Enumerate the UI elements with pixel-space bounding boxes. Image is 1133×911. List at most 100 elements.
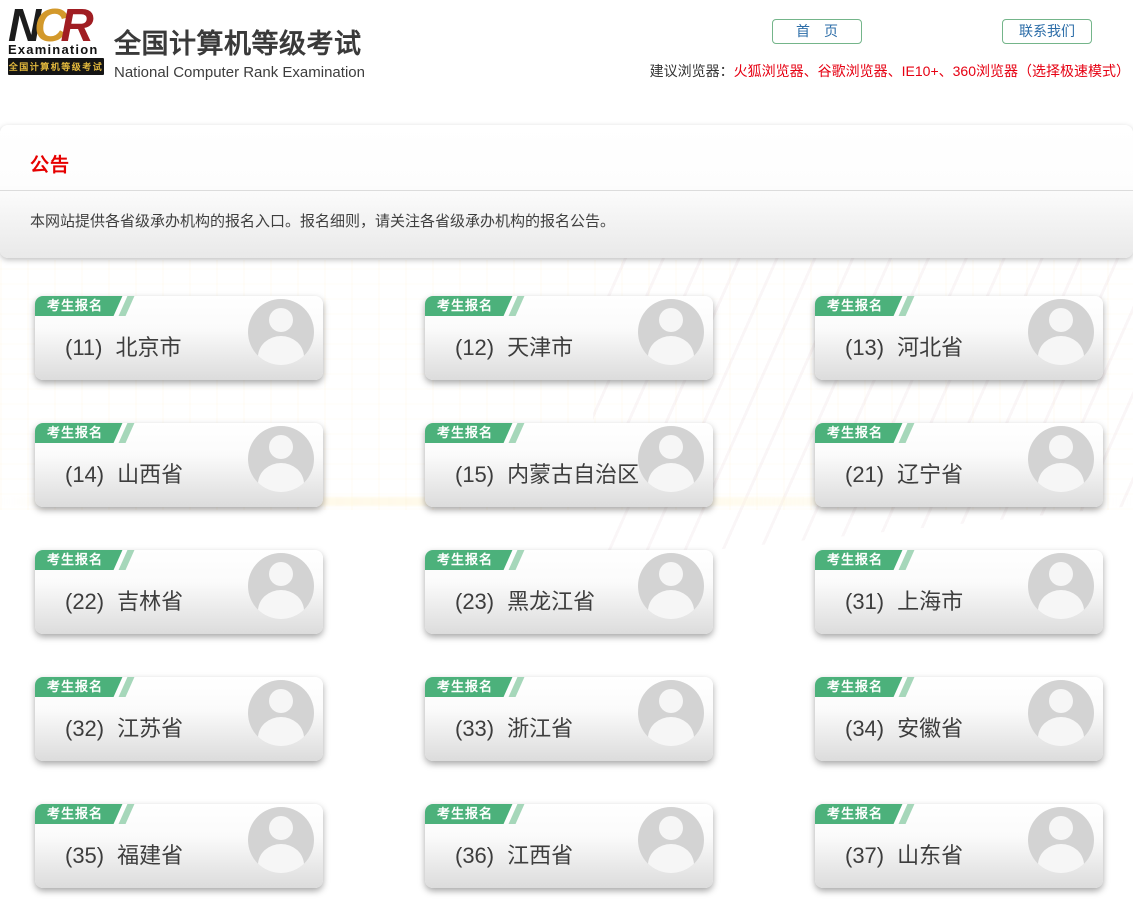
- registration-ribbon-label: 考生报名: [35, 296, 111, 316]
- province-name: 福建省: [117, 843, 183, 868]
- person-icon-head: [659, 816, 683, 840]
- province-card[interactable]: 考生报名 (23)黑龙江省: [425, 550, 713, 634]
- province-code: (34): [845, 716, 884, 741]
- person-icon-head: [269, 689, 293, 713]
- province-card[interactable]: 考生报名 (21)辽宁省: [815, 423, 1103, 507]
- province-card[interactable]: 考生报名 (33) 浙江省: [425, 677, 713, 761]
- person-icon-body: [258, 717, 304, 746]
- person-silhouette-icon: [248, 680, 314, 746]
- home-button[interactable]: 首 页: [772, 19, 862, 44]
- province-label: (13)河北省: [845, 330, 963, 362]
- page-title: 全国计算机等级考试: [114, 22, 365, 61]
- province-name: 黑龙江省: [507, 589, 595, 614]
- person-icon-head: [659, 308, 683, 332]
- registration-ribbon: 考生报名: [425, 677, 501, 697]
- province-code: (12): [455, 335, 494, 360]
- page-subtitle: National Computer Rank Examination: [114, 64, 365, 81]
- province-label: (22) 吉林省: [65, 584, 183, 616]
- person-icon-head: [269, 562, 293, 586]
- province-name: 江西省: [507, 843, 573, 868]
- province-card[interactable]: 考生报名 (12) 天津市: [425, 296, 713, 380]
- browser-recommendation-value: 火狐浏览器、谷歌浏览器、IE10+、360浏览器（选择极速模式）: [734, 63, 1130, 79]
- province-name: 山西省: [117, 462, 183, 487]
- person-silhouette-icon: [1028, 553, 1094, 619]
- registration-ribbon: 考生报名: [35, 677, 111, 697]
- registration-ribbon: 考生报名: [425, 296, 501, 316]
- province-code: (32): [65, 716, 104, 741]
- province-name: 浙江省: [507, 716, 573, 741]
- registration-ribbon-label: 考生报名: [35, 550, 111, 570]
- province-card[interactable]: 考生报名 (34) 安徽省: [815, 677, 1103, 761]
- registration-ribbon-label: 考生报名: [815, 550, 891, 570]
- announcement-panel: 公告 本网站提供各省级承办机构的报名入口。报名细则，请关注各省级承办机构的报名公…: [0, 125, 1133, 258]
- ncre-logo[interactable]: NCR Examination 全国计算机等级考试: [8, 6, 104, 75]
- person-icon-body: [1038, 717, 1084, 746]
- registration-ribbon: 考生报名: [425, 550, 501, 570]
- person-silhouette-icon: [248, 807, 314, 873]
- province-name: 江苏省: [117, 716, 183, 741]
- province-card[interactable]: 考生报名 (31)上海市: [815, 550, 1103, 634]
- person-silhouette-icon: [248, 553, 314, 619]
- person-icon-body: [648, 463, 694, 492]
- province-code: (15): [455, 462, 494, 487]
- registration-ribbon-label: 考生报名: [425, 550, 501, 570]
- province-card[interactable]: 考生报名 (32) 江苏省: [35, 677, 323, 761]
- registration-ribbon: 考生报名: [35, 550, 111, 570]
- province-name: 安徽省: [897, 716, 963, 741]
- announcement-divider: [0, 190, 1133, 191]
- province-card[interactable]: 考生报名 (35) 福建省: [35, 804, 323, 888]
- contact-us-button[interactable]: 联系我们: [1002, 19, 1092, 44]
- person-icon-body: [258, 463, 304, 492]
- province-card[interactable]: 考生报名 (15)内蒙古自治区: [425, 423, 713, 507]
- province-code: (36): [455, 843, 494, 868]
- province-label: (32) 江苏省: [65, 711, 183, 743]
- province-code: (31): [845, 589, 884, 614]
- footer-strip: [0, 904, 1133, 911]
- person-icon-body: [258, 590, 304, 619]
- province-card[interactable]: 考生报名 (13)河北省: [815, 296, 1103, 380]
- person-silhouette-icon: [638, 299, 704, 365]
- province-label: (21)辽宁省: [845, 457, 963, 489]
- province-name: 吉林省: [117, 589, 183, 614]
- province-code: (37): [845, 843, 884, 868]
- person-silhouette-icon: [248, 426, 314, 492]
- province-label: (23)黑龙江省: [455, 584, 595, 616]
- province-code: (21): [845, 462, 884, 487]
- person-icon-head: [269, 816, 293, 840]
- registration-ribbon-label: 考生报名: [815, 296, 891, 316]
- person-icon-head: [1049, 689, 1073, 713]
- registration-ribbon: 考生报名: [815, 677, 891, 697]
- person-silhouette-icon: [638, 807, 704, 873]
- person-icon-body: [1038, 590, 1084, 619]
- province-card[interactable]: 考生报名 (36)江西省: [425, 804, 713, 888]
- person-icon-head: [1049, 435, 1073, 459]
- province-label: (37)山东省: [845, 838, 963, 870]
- person-silhouette-icon: [1028, 299, 1094, 365]
- registration-ribbon-label: 考生报名: [35, 804, 111, 824]
- province-card[interactable]: 考生报名 (22) 吉林省: [35, 550, 323, 634]
- province-code: (11): [65, 335, 103, 360]
- province-code: (33): [455, 716, 494, 741]
- province-card[interactable]: 考生报名 (11)北京市: [35, 296, 323, 380]
- province-card[interactable]: 考生报名 (14) 山西省: [35, 423, 323, 507]
- site-header: NCR Examination 全国计算机等级考试 全国计算机等级考试 Nati…: [0, 0, 1133, 90]
- province-card[interactable]: 考生报名 (37)山东省: [815, 804, 1103, 888]
- registration-ribbon: 考生报名: [815, 804, 891, 824]
- page: NCR Examination 全国计算机等级考试 全国计算机等级考试 Nati…: [0, 0, 1133, 911]
- person-silhouette-icon: [1028, 680, 1094, 746]
- province-label: (33) 浙江省: [455, 711, 573, 743]
- registration-ribbon-label: 考生报名: [815, 804, 891, 824]
- person-icon-body: [648, 336, 694, 365]
- person-icon-body: [258, 336, 304, 365]
- province-code: (35): [65, 843, 104, 868]
- province-code: (22): [65, 589, 104, 614]
- province-label: (12) 天津市: [455, 330, 573, 362]
- province-code: (14): [65, 462, 104, 487]
- person-silhouette-icon: [248, 299, 314, 365]
- person-icon-body: [258, 844, 304, 873]
- site-title-block: 全国计算机等级考试 National Computer Rank Examina…: [114, 22, 365, 81]
- province-name: 天津市: [507, 335, 573, 360]
- person-silhouette-icon: [638, 680, 704, 746]
- registration-ribbon: 考生报名: [35, 423, 111, 443]
- person-silhouette-icon: [638, 426, 704, 492]
